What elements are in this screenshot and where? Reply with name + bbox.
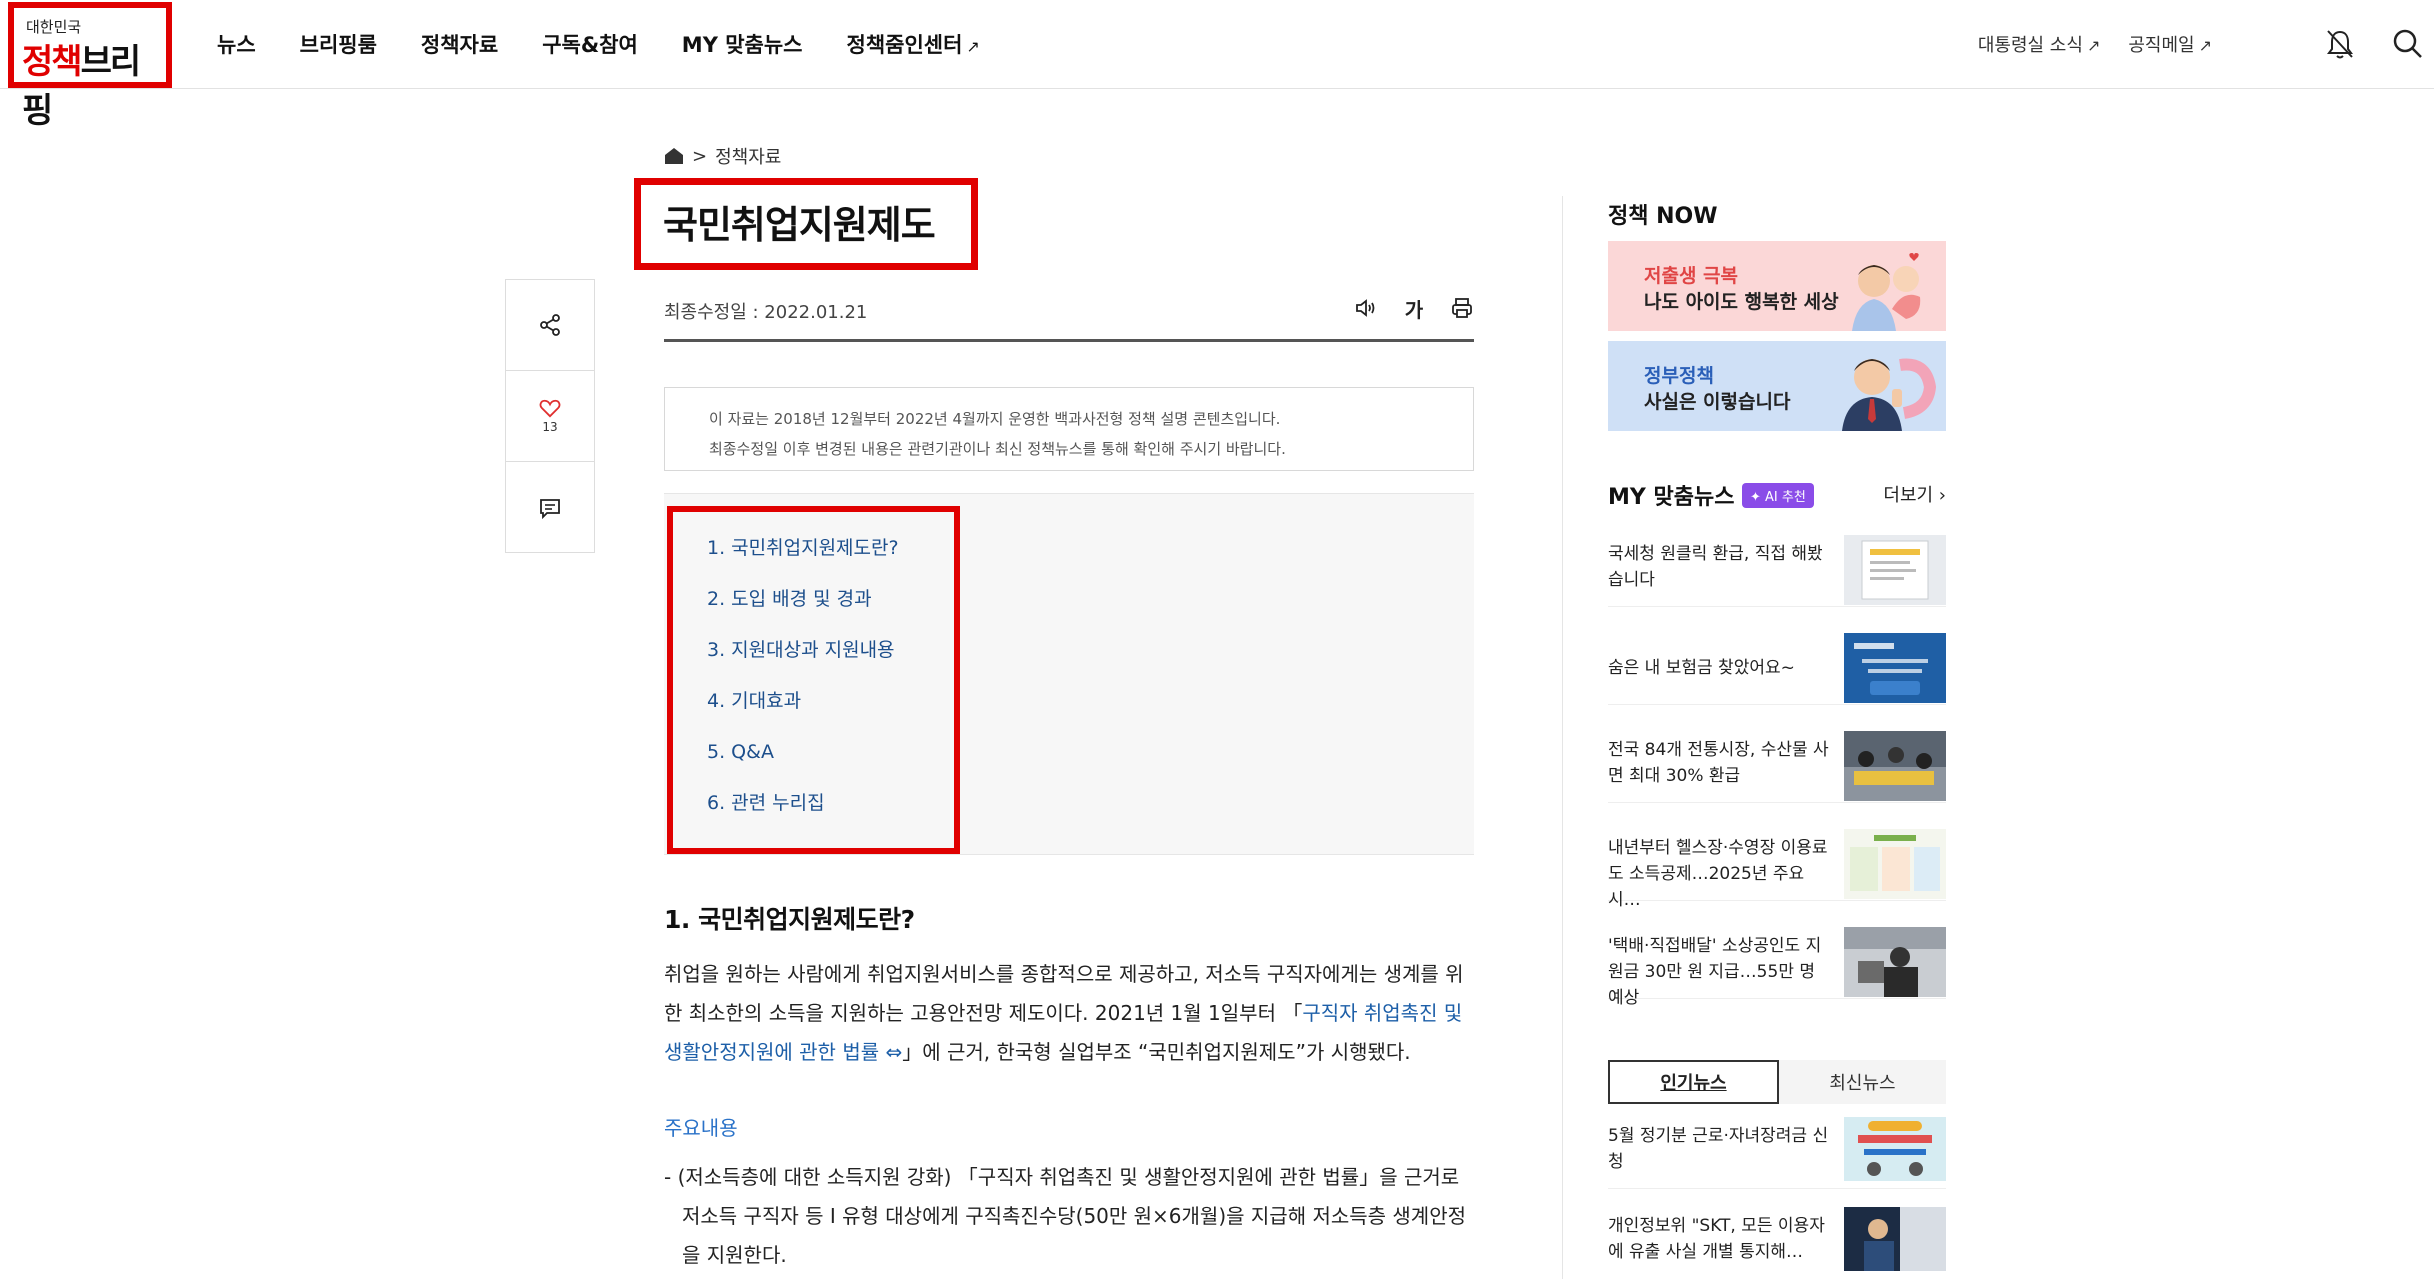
speaker-icon[interactable] bbox=[1354, 296, 1378, 320]
print-icon[interactable] bbox=[1450, 296, 1474, 320]
nav-news[interactable]: 뉴스 bbox=[217, 29, 256, 59]
comment-icon bbox=[540, 498, 560, 519]
my-news-title: MY 맞춤뉴스 bbox=[1608, 485, 1735, 510]
toc-item[interactable]: 2. 도입 배경 및 경과 bbox=[707, 581, 899, 632]
toc-item[interactable]: 1. 국민취업지원제도란? bbox=[707, 530, 899, 581]
official-mail-link[interactable]: 공직메일 ↗ bbox=[2128, 31, 2212, 57]
more-link[interactable]: 더보기 › bbox=[1883, 481, 1946, 507]
font-size-button[interactable]: 가 bbox=[1402, 296, 1426, 322]
logo-main-text: 정책브리핑 bbox=[22, 42, 141, 131]
news-title: 개인정보위 "SKT, 모든 이용자에 유출 사실 개별 통지해… bbox=[1608, 1216, 1825, 1262]
banner-subtitle: 나도 아이도 행복한 세상 bbox=[1644, 291, 1839, 313]
toc-item[interactable]: 3. 지원대상과 지원내용 bbox=[707, 632, 899, 683]
sub-heading: 주요내용 bbox=[664, 1116, 738, 1140]
like-button[interactable]: 13 bbox=[506, 371, 594, 462]
tab-latest-news[interactable]: 최신뉴스 bbox=[1779, 1060, 1946, 1104]
my-news-item[interactable]: 국세청 원클릭 환급, 직접 해봤습니다 bbox=[1608, 535, 1946, 607]
policy-now-title: 정책 NOW bbox=[1608, 204, 1718, 229]
like-count: 13 bbox=[542, 420, 558, 434]
news-title: '택배·직접배달' 소상공인도 지원금 30만 원 지급…55만 명 예상 bbox=[1608, 936, 1822, 1008]
official-character-illustration bbox=[1842, 358, 1937, 431]
home-icon[interactable] bbox=[664, 147, 684, 165]
last-modified-date: 최종수정일 : 2022.01.21 bbox=[664, 302, 868, 323]
news-title: 국세청 원클릭 환급, 직접 해봤습니다 bbox=[1608, 544, 1823, 590]
ai-recommend-badge: ✦ AI 추천 bbox=[1742, 483, 1814, 508]
bell-off-icon[interactable] bbox=[2322, 26, 2358, 62]
news-tabs: 인기뉴스 최신뉴스 bbox=[1608, 1060, 1946, 1104]
news-thumbnail bbox=[1844, 535, 1946, 605]
share-button[interactable] bbox=[506, 280, 594, 371]
my-news-item[interactable]: 전국 84개 전통시장, 수산물 사면 최대 30% 환급 bbox=[1608, 731, 1946, 803]
my-news-item[interactable]: 내년부터 헬스장·수영장 이용료도 소득공제…2025년 주요 시… bbox=[1608, 829, 1946, 910]
news-thumbnail bbox=[1844, 1117, 1946, 1181]
news-thumbnail bbox=[1844, 1207, 1946, 1271]
article-tools: 가 bbox=[1354, 296, 1474, 322]
main-nav: 뉴스 브리핑룸 정책자료 구독&참여 MY 맞춤뉴스 정책줌인센터 ↗ bbox=[217, 0, 980, 88]
tab-popular-news[interactable]: 인기뉴스 bbox=[1608, 1060, 1779, 1104]
notice-line-2: 최종수정일 이후 변경된 내용은 관련기관이나 최신 정책뉴스를 통해 확인해 … bbox=[709, 440, 1286, 458]
president-office-link[interactable]: 대통령실 소식 ↗ bbox=[1978, 31, 2101, 57]
notice-line-1: 이 자료는 2018년 12월부터 2022년 4월까지 운영한 백과사전형 정… bbox=[709, 410, 1281, 428]
site-logo[interactable]: 대한민국 정책브리핑 bbox=[8, 2, 172, 131]
popular-news-item[interactable]: 5월 정기분 근로·자녀장려금 신청 bbox=[1608, 1117, 1946, 1189]
banner-low-birth[interactable]: 저출생 극복 나도 아이도 행복한 세상 bbox=[1608, 241, 1946, 331]
external-link-icon: ↗ bbox=[2086, 36, 2101, 55]
external-link-icon: ↗ bbox=[2198, 36, 2212, 55]
banner-subtitle: 사실은 이렇습니다 bbox=[1644, 391, 1791, 413]
bullet-paragraph: - (저소득층에 대한 소득지원 강화) 「구직자 취업촉진 및 생활안정지원에… bbox=[664, 1165, 1467, 1267]
comment-button[interactable] bbox=[506, 462, 594, 553]
nav-policy-zoomin[interactable]: 정책줌인센터 ↗ bbox=[847, 29, 980, 59]
toc-item[interactable]: 5. Q&A bbox=[707, 734, 899, 785]
toc-item[interactable]: 4. 기대효과 bbox=[707, 683, 899, 734]
news-thumbnail bbox=[1844, 633, 1946, 703]
breadcrumb-current[interactable]: 정책자료 bbox=[715, 143, 781, 169]
nav-my-news[interactable]: MY 맞춤뉴스 bbox=[682, 29, 803, 59]
article-paragraph: 취업을 원하는 사람에게 취업지원서비스를 종합적으로 제공하고, 저소득 구직… bbox=[664, 962, 1464, 1064]
section-title: 1. 국민취업지원제도란? bbox=[664, 905, 915, 934]
toc-item[interactable]: 6. 관련 누리집 bbox=[707, 785, 899, 836]
utility-links: 대통령실 소식 ↗ 공직메일 ↗ bbox=[1978, 0, 2212, 88]
page-title: 국민취업지원제도 bbox=[663, 203, 936, 247]
archive-notice: 이 자료는 2018년 12월부터 2022년 4월까지 운영한 백과사전형 정… bbox=[664, 387, 1474, 471]
news-title: 숨은 내 보험금 찾았어요~ bbox=[1608, 658, 1795, 678]
news-thumbnail bbox=[1844, 731, 1946, 801]
nav-subscribe[interactable]: 구독&참여 bbox=[542, 29, 638, 59]
nav-briefing-room[interactable]: 브리핑룸 bbox=[300, 29, 377, 59]
news-title: 전국 84개 전통시장, 수산물 사면 최대 30% 환급 bbox=[1608, 740, 1829, 786]
banner-title: 정부정책 bbox=[1644, 365, 1714, 387]
news-thumbnail bbox=[1844, 829, 1946, 899]
banner-fact-check[interactable]: 정부정책 사실은 이렇습니다 bbox=[1608, 341, 1946, 431]
my-news-header: MY 맞춤뉴스 ✦ AI 추천 더보기 › bbox=[1608, 477, 1946, 511]
news-thumbnail bbox=[1844, 927, 1946, 997]
external-link-icon: ↗ bbox=[966, 37, 980, 56]
news-title: 내년부터 헬스장·수영장 이용료도 소득공제…2025년 주요 시… bbox=[1608, 838, 1828, 910]
search-icon[interactable] bbox=[2390, 26, 2426, 62]
column-divider bbox=[1562, 196, 1563, 1279]
breadcrumb-separator: > bbox=[692, 145, 708, 167]
nav-policy-data[interactable]: 정책자료 bbox=[421, 29, 498, 59]
news-title: 5월 정기분 근로·자녀장려금 신청 bbox=[1608, 1126, 1829, 1172]
my-news-item[interactable]: '택배·직접배달' 소상공인도 지원금 30만 원 지급…55만 명 예상 bbox=[1608, 927, 1946, 1008]
heart-icon bbox=[539, 399, 561, 418]
my-news-item[interactable]: 숨은 내 보험금 찾았어요~ bbox=[1608, 633, 1946, 705]
share-icon bbox=[540, 314, 560, 336]
site-header: 대한민국 정책브리핑 뉴스 브리핑룸 정책자료 구독&참여 MY 맞춤뉴스 정책… bbox=[0, 0, 2434, 131]
article-meta-row: 최종수정일 : 2022.01.21 가 bbox=[664, 282, 1474, 342]
breadcrumb: > 정책자료 bbox=[664, 143, 781, 169]
banner-title: 저출생 극복 bbox=[1644, 265, 1739, 287]
parent-child-illustration bbox=[1852, 253, 1921, 331]
floating-action-bar: 13 bbox=[505, 279, 595, 553]
toc-list: 1. 국민취업지원제도란? 2. 도입 배경 및 경과 3. 지원대상과 지원내… bbox=[707, 530, 899, 836]
popular-news-item[interactable]: 개인정보위 "SKT, 모든 이용자에 유출 사실 개별 통지해… bbox=[1608, 1207, 1946, 1279]
